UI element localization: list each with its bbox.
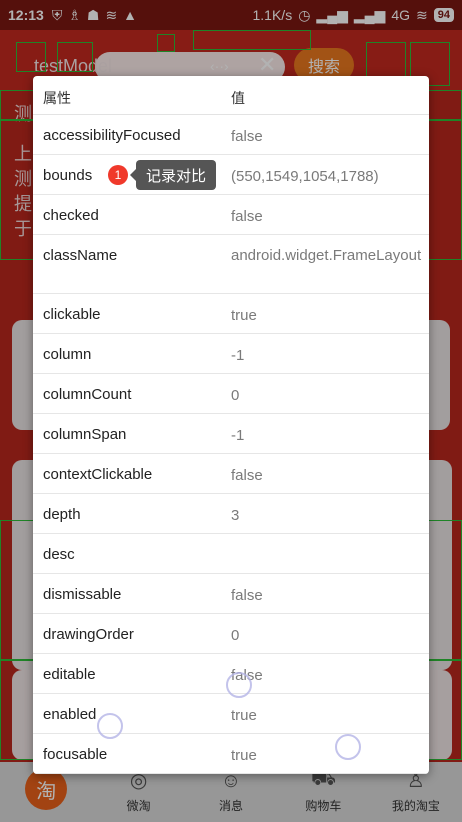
table-header: 属性 值 bbox=[33, 76, 429, 115]
attribute-value: android.widget.FrameLayout bbox=[231, 247, 422, 264]
record-compare-tooltip[interactable]: 记录对比 bbox=[129, 160, 217, 190]
attribute-key: depth bbox=[43, 506, 81, 523]
table-row[interactable]: drawingOrder 0 bbox=[33, 614, 429, 654]
attribute-value: true bbox=[231, 307, 257, 324]
table-row[interactable]: clickable true bbox=[33, 294, 429, 334]
attribute-value: false bbox=[231, 467, 263, 484]
column-header-value: 值 bbox=[231, 90, 245, 106]
attribute-key: column bbox=[43, 346, 92, 363]
attribute-key: className bbox=[43, 247, 118, 264]
attribute-key: editable bbox=[43, 666, 96, 683]
touch-indicator-icon bbox=[335, 734, 361, 760]
table-row[interactable]: dismissable false bbox=[33, 574, 429, 614]
table-row[interactable]: focusable true bbox=[33, 734, 429, 774]
table-row[interactable]: column -1 bbox=[33, 334, 429, 374]
table-row[interactable]: bounds (550,1549,1054,1788) bbox=[33, 155, 429, 195]
table-row[interactable]: contextClickable false bbox=[33, 454, 429, 494]
attribute-key: desc bbox=[43, 546, 75, 563]
column-header-attribute: 属性 bbox=[43, 90, 71, 106]
table-row[interactable]: accessibilityFocused false bbox=[33, 115, 429, 155]
attribute-key: enabled bbox=[43, 706, 97, 723]
attribute-value: true bbox=[231, 747, 257, 764]
table-row[interactable]: columnSpan -1 bbox=[33, 414, 429, 454]
table-row[interactable]: className android.widget.FrameLayout bbox=[33, 235, 429, 294]
attribute-key: drawingOrder bbox=[43, 626, 134, 643]
attribute-key: accessibilityFocused bbox=[43, 127, 181, 144]
attribute-value: (550,1549,1054,1788) bbox=[231, 168, 379, 185]
attribute-key: contextClickable bbox=[43, 466, 153, 483]
attribute-value: 0 bbox=[231, 387, 240, 404]
attribute-value: false bbox=[231, 667, 263, 684]
table-row[interactable]: depth 3 bbox=[33, 494, 429, 534]
attribute-value: -1 bbox=[231, 347, 245, 364]
attribute-key: checked bbox=[43, 207, 99, 224]
attribute-value: false bbox=[231, 208, 263, 225]
attribute-key: focusable bbox=[43, 746, 108, 763]
attribute-value: 0 bbox=[231, 627, 240, 644]
table-row[interactable]: enabled true bbox=[33, 694, 429, 734]
attribute-value: false bbox=[231, 587, 263, 604]
table-row[interactable]: columnCount 0 bbox=[33, 374, 429, 414]
touch-indicator-icon bbox=[226, 672, 252, 698]
touch-indicator-icon bbox=[97, 713, 123, 739]
attribute-key: bounds bbox=[43, 167, 93, 184]
attribute-dialog: 属性 值 accessibilityFocused false bounds (… bbox=[33, 76, 429, 774]
attribute-value: -1 bbox=[231, 427, 245, 444]
attribute-value: false bbox=[231, 128, 263, 145]
table-row[interactable]: checked false bbox=[33, 195, 429, 235]
table-row[interactable]: desc bbox=[33, 534, 429, 574]
attribute-value: true bbox=[231, 707, 257, 724]
attribute-key: columnSpan bbox=[43, 426, 127, 443]
attribute-key: clickable bbox=[43, 306, 101, 323]
attribute-key: columnCount bbox=[43, 386, 132, 403]
attribute-key: dismissable bbox=[43, 586, 122, 603]
attribute-value: 3 bbox=[231, 507, 240, 524]
record-count-badge[interactable]: 1 bbox=[108, 165, 128, 185]
